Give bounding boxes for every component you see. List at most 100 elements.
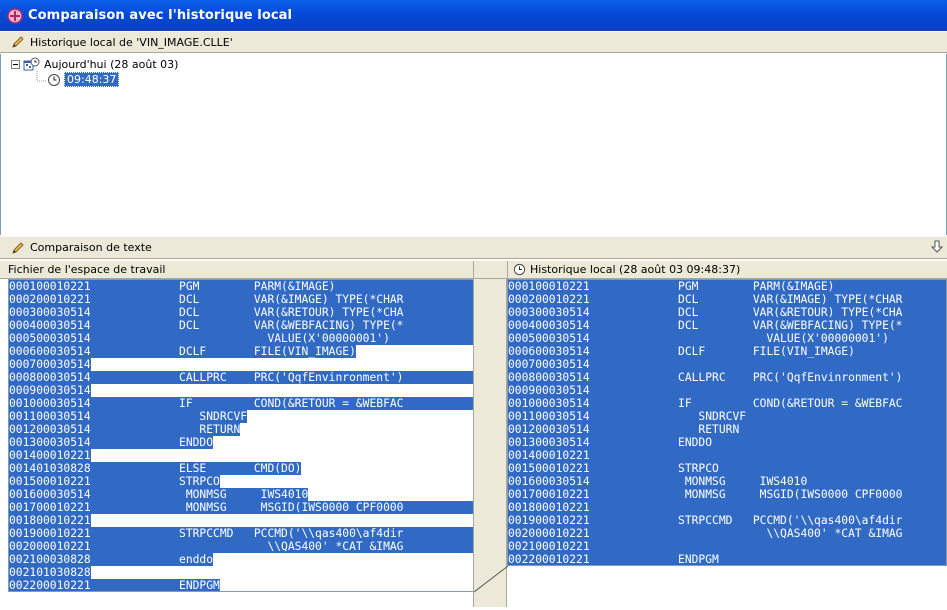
code-line: 001700010221 MONMSG MSGID(IWS0000 CPF000…: [9, 501, 473, 514]
code-line-text: 001000030514 IF COND(&RETOUR = &WEBFAC: [508, 397, 946, 410]
code-line: 001100030514 SNDRCVF: [508, 410, 946, 423]
code-line-text: 000900030514: [9, 384, 91, 397]
code-line: 001401030828 ELSE CMD(DO): [9, 462, 473, 475]
code-line-text: 001200030514 RETURN: [508, 423, 946, 436]
code-line: 000300030514 DCL VAR(&RETOUR) TYPE(*CHA: [508, 306, 946, 319]
history-tree[interactable]: Aujourd'hui (28 août 03) 09:48:37: [0, 54, 947, 235]
calendar-clock-icon: [23, 57, 40, 71]
code-line-text: 001700010221 MONMSG MSGID(IWS0000 CPF000…: [508, 488, 946, 501]
code-line-text: 000100010221 PGM PARM(&IMAGE): [9, 280, 473, 293]
code-line: 001000030514 IF COND(&RETOUR = &WEBFAC: [508, 397, 946, 410]
code-line-text: 002000010221 \\QAS400' *CAT &IMAG: [9, 540, 473, 553]
code-line-text: 000500030514 VALUE(X'00000001'): [508, 332, 946, 345]
code-line: 000200010221 DCL VAR(&IMAGE) TYPE(*CHAR: [9, 293, 473, 306]
code-line-text: 001300030514 ENDDO: [9, 436, 214, 449]
code-line-text: 001600030514 MONMSG IWS4010: [9, 488, 309, 501]
code-line-text: 000800030514 CALLPRC PRC('QqfEnvinronmen…: [508, 371, 946, 384]
code-line: 002100010221: [508, 540, 946, 553]
code-line-text: 000900030514: [508, 384, 946, 397]
code-line: 000500030514 VALUE(X'00000001'): [9, 332, 473, 345]
code-line: 001900010221 STRPCCMD PCCMD('\\qas400\af…: [9, 527, 473, 540]
code-line-text: 001900010221 STRPCCMD PCCMD('\\qas400\af…: [9, 527, 473, 540]
code-line-text: 000400030514 DCL VAR(&WEBFACING) TYPE(*: [9, 319, 473, 332]
right-pane-header: Historique local (28 août 03 09:48:37): [507, 261, 947, 279]
code-line-text: 001900010221 STRPCCMD PCCMD('\\qas400\af…: [508, 514, 946, 527]
code-line: 000900030514: [508, 384, 946, 397]
code-line: 001400010221: [9, 449, 473, 462]
history-pane-header: Historique local de 'VIN_IMAGE.CLLE': [0, 31, 947, 53]
code-line-text: 001600030514 MONMSG IWS4010: [508, 475, 946, 488]
code-line: 001900010221 STRPCCMD PCCMD('\\qas400\af…: [508, 514, 946, 527]
code-line: 001300030514 ENDDO: [9, 436, 473, 449]
code-line: 001500010221 STRPCO: [9, 475, 473, 488]
pencil-icon: [12, 36, 24, 48]
code-line: 000200010221 DCL VAR(&IMAGE) TYPE(*CHAR: [508, 293, 946, 306]
compare-app-icon: [7, 7, 23, 24]
code-line-text: 001800010221: [508, 501, 946, 514]
tree-item-today[interactable]: Aujourd'hui (28 août 03): [11, 57, 178, 71]
code-line-text: 001000030514 IF COND(&RETOUR = &WEBFAC: [9, 397, 473, 410]
code-line: 001700010221 MONMSG MSGID(IWS0000 CPF000…: [508, 488, 946, 501]
code-line: 000100010221 PGM PARM(&IMAGE): [9, 280, 473, 293]
code-line: 002000010221 \\QAS400' *CAT &IMAG: [508, 527, 946, 540]
code-line-text: 001100030514 SNDRCVF: [9, 410, 248, 423]
diff-connector-gap: [473, 279, 509, 607]
right-code-pane[interactable]: 000100010221 PGM PARM(&IMAGE) 00020001022…: [507, 279, 947, 566]
code-line: 000500030514 VALUE(X'00000001'): [508, 332, 946, 345]
code-line: 001600030514 MONMSG IWS4010: [9, 488, 473, 501]
tree-day-label: Aujourd'hui (28 août 03): [44, 57, 179, 71]
collapse-icon[interactable]: [11, 59, 20, 69]
code-line-text: 001300030514 ENDDO: [508, 436, 946, 449]
code-line-text: 002200010221 ENDPGM: [508, 553, 946, 565]
code-line-text: 001400010221: [9, 449, 91, 462]
code-line: 002200010221 ENDPGM: [9, 579, 473, 592]
code-line: 001300030514 ENDDO: [508, 436, 946, 449]
code-line: 000900030514: [9, 384, 473, 397]
code-line: 001800010221: [508, 501, 946, 514]
code-line-text: 000100010221 PGM PARM(&IMAGE): [508, 280, 946, 293]
code-line-text: 001401030828 ELSE CMD(DO): [9, 462, 302, 475]
code-line: 001600030514 MONMSG IWS4010: [508, 475, 946, 488]
code-line-text: 002200010221 ENDPGM: [9, 579, 220, 592]
code-line-text: 001500010221 STRPCO: [9, 475, 220, 488]
tree-time-label: 09:48:37: [64, 72, 120, 87]
left-header-label: Fichier de l'espace de travail: [8, 263, 166, 276]
left-pane-header: Fichier de l'espace de travail: [0, 261, 473, 279]
code-line-text: 001100030514 SNDRCVF: [508, 410, 946, 423]
code-line: 000800030514 CALLPRC PRC('QqfEnvinronmen…: [9, 371, 473, 384]
code-line-text: 002101030828: [9, 566, 91, 579]
code-line-text: 001500010221 STRPCO: [508, 462, 946, 475]
code-line-text: 000400030514 DCL VAR(&WEBFACING) TYPE(*: [508, 319, 946, 332]
code-line: 001000030514 IF COND(&RETOUR = &WEBFAC: [9, 397, 473, 410]
code-line-text: 001200030514 RETURN: [9, 423, 241, 436]
code-line-text: 000700030514: [508, 358, 946, 371]
right-header-label: Historique local (28 août 03 09:48:37): [530, 263, 741, 276]
code-line-text: 000600030514 DCLF FILE(VIN_IMAGE): [508, 345, 946, 358]
code-line-text: 000200010221 DCL VAR(&IMAGE) TYPE(*CHAR: [9, 293, 473, 306]
code-line: 001500010221 STRPCO: [508, 462, 946, 475]
code-line-text: 002100030828 enddo: [9, 553, 214, 566]
code-line: 000400030514 DCL VAR(&WEBFACING) TYPE(*: [508, 319, 946, 332]
code-line-text: 000800030514 CALLPRC PRC('QqfEnvinronmen…: [9, 371, 473, 384]
compare-pane-header: Comparaison de texte: [0, 236, 947, 259]
compare-header-label: Comparaison de texte: [30, 241, 152, 254]
down-arrow-icon[interactable]: [931, 240, 943, 254]
code-line: 000300030514 DCL VAR(&RETOUR) TYPE(*CHA: [9, 306, 473, 319]
code-line: 002000010221 \\QAS400' *CAT &IMAG: [9, 540, 473, 553]
code-line: 002101030828: [9, 566, 473, 579]
window-title: Comparaison avec l'historique local: [28, 8, 293, 23]
history-header-label: Historique local de 'VIN_IMAGE.CLLE': [30, 35, 233, 49]
code-line-text: 001800010221: [9, 514, 91, 527]
code-line: 001100030514 SNDRCVF: [9, 410, 473, 423]
code-line: 000600030514 DCLF FILE(VIN_IMAGE): [508, 345, 946, 358]
pencil-icon: [12, 241, 24, 254]
code-line: 001800010221: [9, 514, 473, 527]
left-code-pane[interactable]: 000100010221 PGM PARM(&IMAGE) 00020001022…: [8, 279, 474, 592]
divider-header: [473, 261, 507, 279]
code-line-text: 000600030514 DCLF FILE(VIN_IMAGE): [9, 345, 356, 358]
code-line: 000600030514 DCLF FILE(VIN_IMAGE): [9, 345, 473, 358]
code-line-text: 002000010221 \\QAS400' *CAT &IMAG: [508, 527, 946, 540]
tree-item-time[interactable]: 09:48:37: [47, 72, 120, 87]
code-line: 002200010221 ENDPGM: [508, 553, 946, 565]
code-line: 000400030514 DCL VAR(&WEBFACING) TYPE(*: [9, 319, 473, 332]
